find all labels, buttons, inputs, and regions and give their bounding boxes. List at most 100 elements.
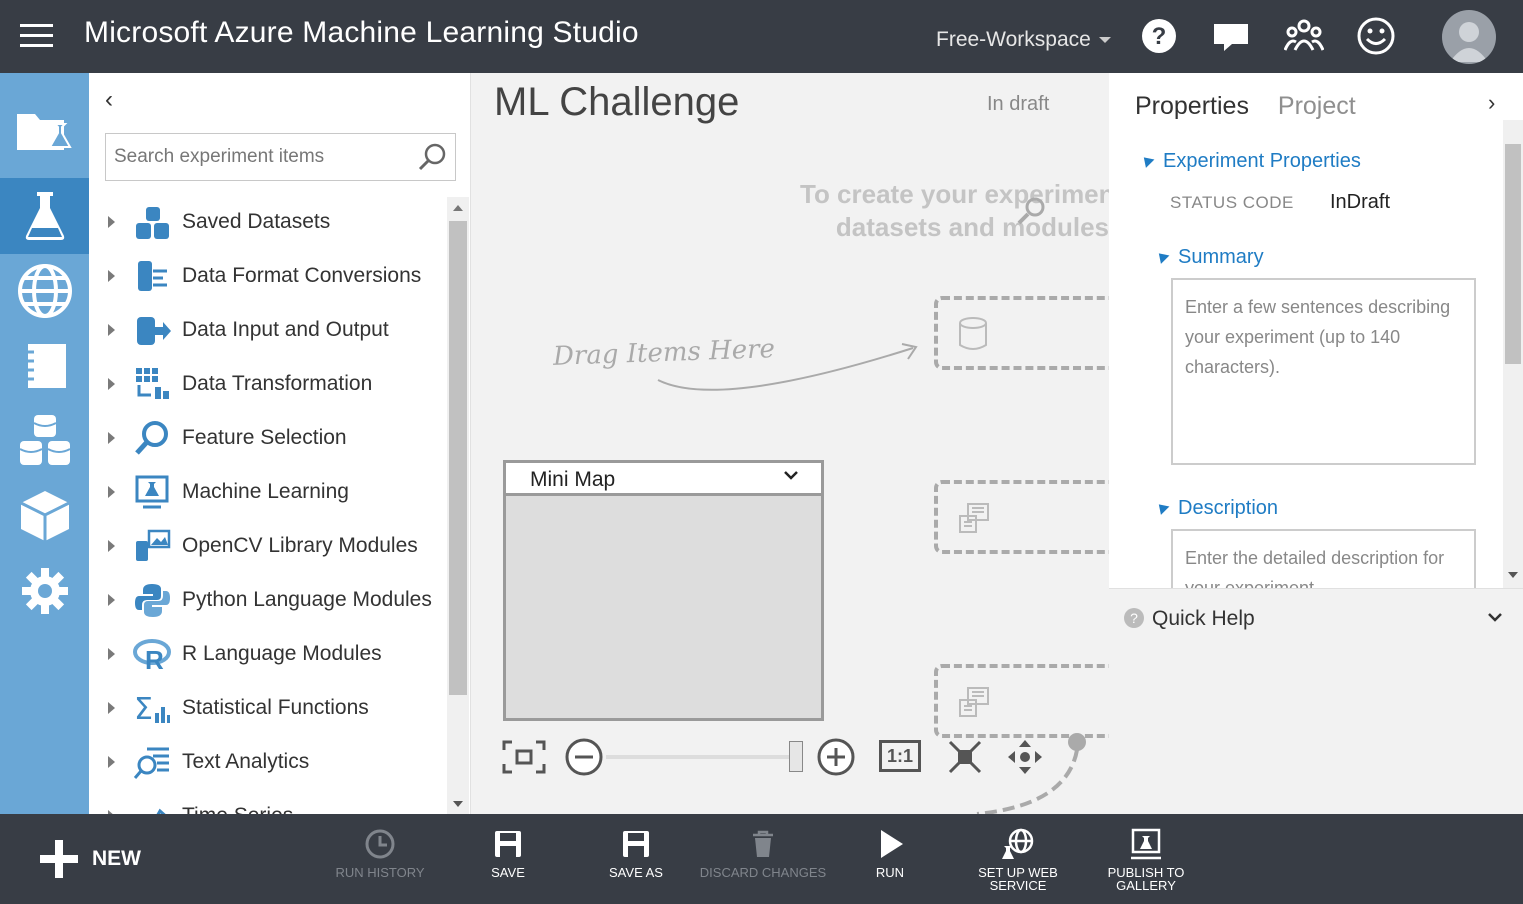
expand-arrow-icon[interactable] <box>108 486 115 498</box>
tab-project[interactable]: Project <box>1278 92 1356 120</box>
collapse-panel-icon[interactable]: › <box>1488 90 1495 116</box>
scroll-down-icon[interactable] <box>1508 572 1518 578</box>
mini-map[interactable]: Mini Map <box>503 460 824 721</box>
palette-item-machine-learning[interactable]: Machine Learning <box>100 465 445 519</box>
description-header[interactable]: Description <box>1154 497 1278 520</box>
settings-icon[interactable] <box>0 553 89 629</box>
opencv-icon <box>136 529 171 561</box>
collapse-palette-icon[interactable]: ‹ <box>105 86 113 114</box>
expand-arrow-icon[interactable] <box>108 432 115 444</box>
save-as-icon <box>623 831 649 857</box>
expand-arrow-icon[interactable] <box>108 702 115 714</box>
run-button[interactable]: RUN <box>825 828 955 879</box>
scroll-down-icon[interactable] <box>453 801 463 807</box>
new-label: NEW <box>92 847 141 870</box>
palette-item-time-series[interactable]: Time Series <box>100 789 445 815</box>
discard-changes-button[interactable]: DISCARD CHANGES <box>698 828 828 879</box>
palette-item-text-analytics[interactable]: Text Analytics <box>100 735 445 789</box>
properties-scrollbar[interactable] <box>1503 120 1523 588</box>
run-icon <box>881 830 903 858</box>
web-services-icon[interactable] <box>0 253 89 329</box>
palette-item-data-input-and-output[interactable]: Data Input and Output <box>100 303 445 357</box>
palette-item-feature-selection[interactable]: Feature Selection <box>100 411 445 465</box>
quick-help-title: Quick Help <box>1152 607 1255 630</box>
save-button[interactable]: SAVE <box>443 828 573 879</box>
fit-to-screen-icon[interactable] <box>502 740 546 774</box>
zoom-out-icon[interactable] <box>564 737 604 777</box>
search-input[interactable] <box>106 134 406 180</box>
workspace-selector[interactable]: Free-Workspace <box>936 28 1111 52</box>
hamburger-icon[interactable] <box>20 24 53 48</box>
dropzone-module[interactable] <box>934 480 1124 554</box>
save-as-button[interactable]: SAVE AS <box>571 828 701 879</box>
dropzone-module-2[interactable] <box>934 664 1124 738</box>
smiley-icon[interactable] <box>1356 16 1396 56</box>
scroll-thumb[interactable] <box>1505 144 1521 364</box>
experiment-properties-header[interactable]: Experiment Properties <box>1139 150 1361 173</box>
zoom-in-icon[interactable] <box>816 737 856 777</box>
data-format-icon <box>138 261 167 291</box>
help-circle-icon: ? <box>1124 608 1144 628</box>
projects-icon[interactable] <box>0 93 89 169</box>
discard-changes-label: DISCARD CHANGES <box>699 865 827 880</box>
palette-item-saved-datasets[interactable]: Saved Datasets <box>100 195 445 249</box>
setup-web-service-button[interactable]: SET UP WEB SERVICE <box>953 828 1083 892</box>
notebooks-icon[interactable] <box>0 328 89 404</box>
palette-item-opencv-library-modules[interactable]: OpenCV Library Modules <box>100 519 445 573</box>
data-io-icon <box>137 317 171 345</box>
new-button[interactable]: NEW <box>40 838 141 880</box>
help-icon[interactable]: ? <box>1139 16 1179 56</box>
zoom-slider-track[interactable] <box>606 755 802 759</box>
run-history-button[interactable]: RUN HISTORY <box>315 828 445 879</box>
expand-arrow-icon[interactable] <box>108 324 115 336</box>
palette-item-data-transformation[interactable]: Data Transformation <box>100 357 445 411</box>
palette-item-label: Data Input and Output <box>182 318 389 341</box>
summary-textarea[interactable]: Enter a few sentences describing your ex… <box>1171 278 1476 465</box>
chevron-down-icon[interactable] <box>1487 609 1503 625</box>
mini-map-header[interactable]: Mini Map <box>506 463 821 496</box>
palette-item-label: Python Language Modules <box>182 588 432 611</box>
scroll-up-icon[interactable] <box>453 205 463 211</box>
expand-arrow-icon[interactable] <box>108 540 115 552</box>
pan-icon[interactable] <box>1006 738 1044 776</box>
user-avatar[interactable] <box>1442 10 1496 64</box>
dropzone-dataset[interactable] <box>934 296 1124 370</box>
feedback-icon[interactable] <box>1211 16 1251 56</box>
palette-item-label: R Language Modules <box>182 642 382 665</box>
chevron-down-icon[interactable] <box>783 467 799 483</box>
trained-models-icon[interactable] <box>0 478 89 554</box>
scroll-thumb[interactable] <box>449 221 467 695</box>
machine-learning-icon <box>135 475 169 509</box>
search-box[interactable] <box>105 133 456 181</box>
palette-item-r-language-modules[interactable]: R R Language Modules <box>100 627 445 681</box>
experiments-icon[interactable] <box>0 178 89 254</box>
summary-header[interactable]: Summary <box>1154 246 1264 269</box>
datasets-icon[interactable] <box>0 403 89 479</box>
svg-text:?: ? <box>1152 23 1167 50</box>
save-icon <box>495 831 521 857</box>
palette-item-data-format-conversions[interactable]: Data Format Conversions <box>100 249 445 303</box>
experiment-title[interactable]: ML Challenge <box>494 80 739 125</box>
palette-item-statistical-functions[interactable]: Σ Statistical Functions <box>100 681 445 735</box>
app-title: Microsoft Azure Machine Learning Studio <box>84 16 639 49</box>
community-icon[interactable] <box>1284 16 1324 56</box>
palette-item-python-language-modules[interactable]: Python Language Modules <box>100 573 445 627</box>
description-textarea[interactable]: Enter the detailed description for your … <box>1171 529 1476 588</box>
summary-title: Summary <box>1178 246 1264 268</box>
actual-size-button[interactable]: 1:1 <box>879 740 921 772</box>
publish-gallery-button[interactable]: PUBLISH TO GALLERY <box>1081 828 1211 892</box>
tab-properties[interactable]: Properties <box>1135 92 1249 120</box>
expand-arrow-icon[interactable] <box>108 378 115 390</box>
palette-scrollbar[interactable] <box>447 197 469 817</box>
quick-help-header[interactable]: ? Quick Help <box>1124 607 1255 631</box>
zoom-slider-handle[interactable] <box>789 741 804 772</box>
expand-arrow-icon[interactable] <box>108 216 115 228</box>
expand-arrow-icon[interactable] <box>108 756 115 768</box>
expand-arrow-icon[interactable] <box>108 594 115 606</box>
search-icon[interactable] <box>417 142 447 172</box>
status-code-value: InDraft <box>1330 191 1391 213</box>
expand-arrow-icon[interactable] <box>108 648 115 660</box>
fit-selection-icon[interactable] <box>946 738 984 776</box>
expand-arrow-icon[interactable] <box>108 270 115 282</box>
command-bar: NEW RUN HISTORY SAVE SAVE AS DISCARD CHA… <box>0 814 1523 904</box>
